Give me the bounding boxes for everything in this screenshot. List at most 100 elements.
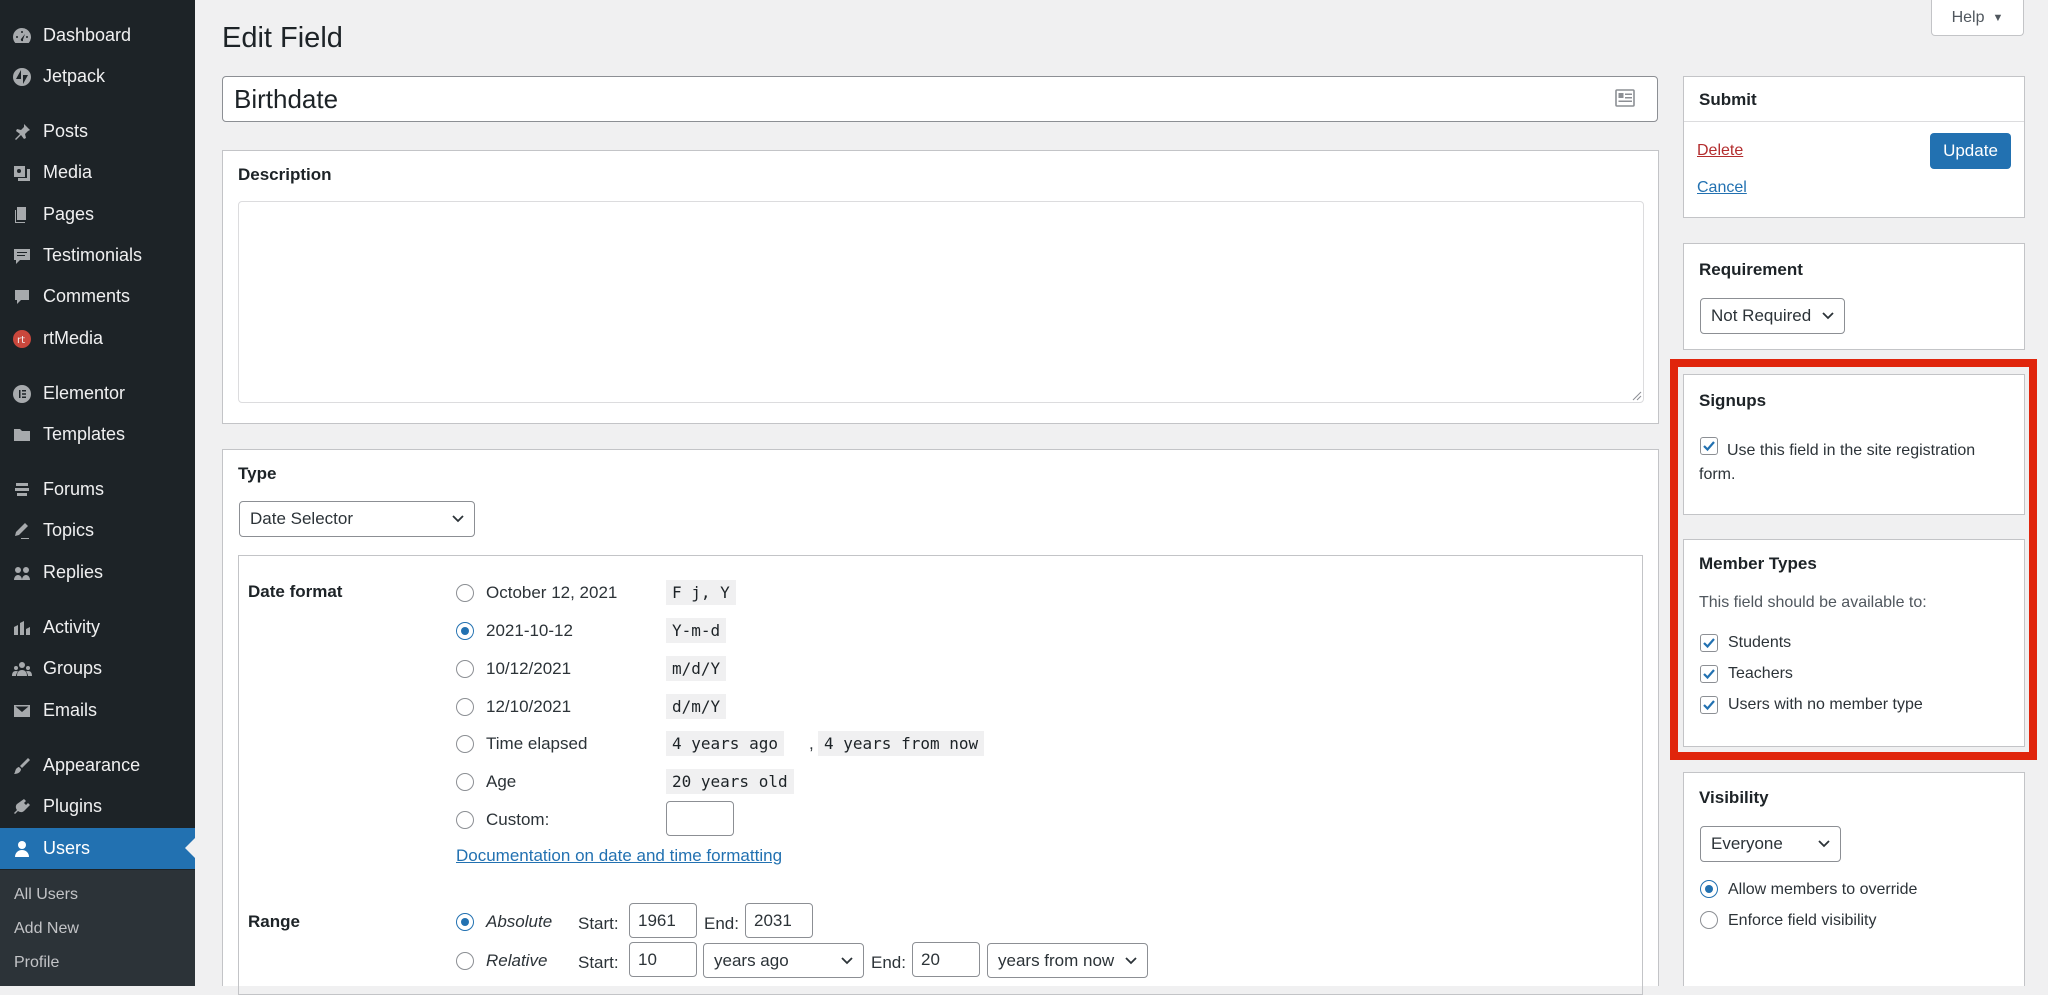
- sidebar-item-posts[interactable]: Posts: [0, 111, 195, 152]
- resize-grip-icon[interactable]: [1632, 391, 1642, 401]
- type-title: Type: [238, 464, 277, 483]
- sidebar-item-media[interactable]: Media: [0, 152, 195, 193]
- help-button[interactable]: Help ▼: [1931, 0, 2024, 36]
- range-relative-start-value: 10: [638, 949, 657, 969]
- testimonials-icon: [12, 246, 32, 266]
- visibility-select[interactable]: Everyone: [1700, 826, 1841, 862]
- range-relative-end-unit-select[interactable]: years from now: [987, 943, 1148, 978]
- sidebar-item-activity[interactable]: Activity: [0, 607, 195, 648]
- description-box: Description: [222, 150, 1659, 424]
- sidebar-item-dashboard[interactable]: Dashboard: [0, 15, 195, 56]
- sidebar-item-jetpack[interactable]: Jetpack: [0, 56, 195, 97]
- date-format-radio-2[interactable]: [456, 660, 474, 678]
- date-format-option-label: October 12, 2021: [486, 583, 618, 602]
- requirement-box: Requirement Not Required: [1683, 243, 2025, 350]
- range-absolute-start-value: 1961: [638, 910, 676, 930]
- sidebar-item-replies[interactable]: Replies: [0, 552, 195, 593]
- submenu-profile[interactable]: Profile: [14, 954, 59, 972]
- sidebar-item-groups[interactable]: Groups: [0, 648, 195, 689]
- sidebar-item-emails[interactable]: Emails: [0, 690, 195, 731]
- sidebar-item-label: Users: [43, 838, 91, 858]
- forums-icon: [12, 480, 32, 500]
- sidebar-item-testimonials[interactable]: Testimonials: [0, 235, 195, 276]
- type-box: Type Date Selector Date format October 1…: [222, 449, 1659, 995]
- range-absolute-label: Absolute: [486, 912, 553, 931]
- comments-icon: [12, 287, 32, 307]
- date-format-code-secondary: 4 years from now: [818, 731, 985, 756]
- range-relative-start-unit-select[interactable]: years ago: [703, 943, 864, 978]
- topics-icon: [12, 521, 32, 541]
- sidebar-item-elementor[interactable]: Elementor: [0, 373, 195, 414]
- date-format-radio-1[interactable]: [456, 622, 474, 640]
- date-format-radio-3[interactable]: [456, 698, 474, 716]
- sidebar-item-label: Plugins: [43, 796, 103, 816]
- svg-text:rt: rt: [17, 335, 25, 346]
- jetpack-icon: [12, 67, 32, 87]
- sidebar-item-rtmedia[interactable]: rt rtMedia: [0, 318, 195, 359]
- sidebar-item-label: Elementor: [43, 383, 126, 403]
- sidebar-item-label: Media: [43, 162, 93, 182]
- sidebar-item-comments[interactable]: Comments: [0, 276, 195, 317]
- date-format-radio-custom[interactable]: [456, 811, 474, 829]
- date-format-option-label: Time elapsed: [486, 734, 588, 753]
- date-format-radio-5[interactable]: [456, 773, 474, 791]
- sidebar-item-templates[interactable]: Templates: [0, 414, 195, 455]
- field-type-select[interactable]: Date Selector: [239, 501, 475, 537]
- email-icon: [12, 701, 32, 721]
- sidebar-item-forums[interactable]: Forums: [0, 469, 195, 510]
- date-format-radio-0[interactable]: [456, 584, 474, 602]
- range-relative-end-input[interactable]: 20: [912, 942, 980, 977]
- chevron-down-icon: [1125, 956, 1137, 964]
- media-icon: [12, 163, 32, 183]
- sidebar-item-users[interactable]: Users: [0, 828, 195, 869]
- date-settings-panel: Date format October 12, 2021 F j, Y 2021…: [238, 555, 1643, 995]
- date-format-code: F j, Y: [666, 580, 736, 605]
- range-relative-radio[interactable]: [456, 952, 474, 970]
- visibility-title: Visibility: [1699, 788, 1769, 807]
- date-format-code: 4 years ago: [666, 731, 784, 756]
- page-title: Edit Field: [222, 22, 343, 54]
- cancel-link[interactable]: Cancel: [1697, 179, 1747, 197]
- sidebar-item-label: Replies: [43, 562, 104, 582]
- date-format-doc-link[interactable]: Documentation on date and time formattin…: [456, 846, 782, 866]
- range-absolute-start-label: Start:: [578, 914, 619, 933]
- visibility-allow-radio[interactable]: [1700, 880, 1718, 898]
- range-absolute-end-input[interactable]: 2031: [745, 903, 813, 938]
- chevron-down-icon: [452, 515, 464, 523]
- folder-icon: [12, 425, 32, 445]
- field-type-value: Date Selector: [250, 509, 353, 528]
- sidebar-item-pages[interactable]: Pages: [0, 194, 195, 235]
- sidebar-item-label: Activity: [43, 617, 101, 637]
- visibility-enforce-radio[interactable]: [1700, 911, 1718, 929]
- sidebar-item-appearance[interactable]: Appearance: [0, 745, 195, 786]
- rtmedia-icon: rt: [12, 329, 32, 349]
- submit-title: Submit: [1699, 90, 1757, 109]
- field-name-input[interactable]: Birthdate: [222, 76, 1658, 122]
- requirement-select[interactable]: Not Required: [1700, 298, 1845, 334]
- delete-link[interactable]: Delete: [1697, 142, 1743, 160]
- sidebar-item-topics[interactable]: Topics: [0, 510, 195, 551]
- description-textarea[interactable]: [238, 201, 1644, 403]
- date-format-option-label: 10/12/2021: [486, 659, 572, 678]
- date-format-label: Date format: [248, 582, 343, 601]
- date-format-option-label: Age: [486, 772, 517, 791]
- range-absolute-start-input[interactable]: 1961: [629, 903, 697, 938]
- sidebar-item-label: Pages: [43, 204, 95, 224]
- elementor-icon: [12, 384, 32, 404]
- visibility-option-label: Enforce field visibility: [1728, 912, 1877, 929]
- update-button[interactable]: Update: [1930, 133, 2011, 169]
- date-format-code: 20 years old: [666, 769, 794, 794]
- custom-format-input[interactable]: [666, 801, 734, 836]
- date-format-separator: ,: [809, 734, 814, 753]
- range-relative-start-input[interactable]: 10: [629, 942, 697, 977]
- user-icon: [12, 839, 32, 859]
- submenu-add-new[interactable]: Add New: [14, 920, 79, 938]
- chevron-down-icon: [841, 956, 853, 964]
- range-relative-end-value: 20: [921, 949, 940, 969]
- sidebar-item-label: Appearance: [43, 755, 141, 775]
- date-format-radio-4[interactable]: [456, 735, 474, 753]
- sidebar-item-plugins[interactable]: Plugins: [0, 786, 195, 827]
- submenu-all-users[interactable]: All Users: [14, 886, 78, 904]
- range-absolute-radio[interactable]: [456, 913, 474, 931]
- sidebar-item-label: Dashboard: [43, 25, 132, 45]
